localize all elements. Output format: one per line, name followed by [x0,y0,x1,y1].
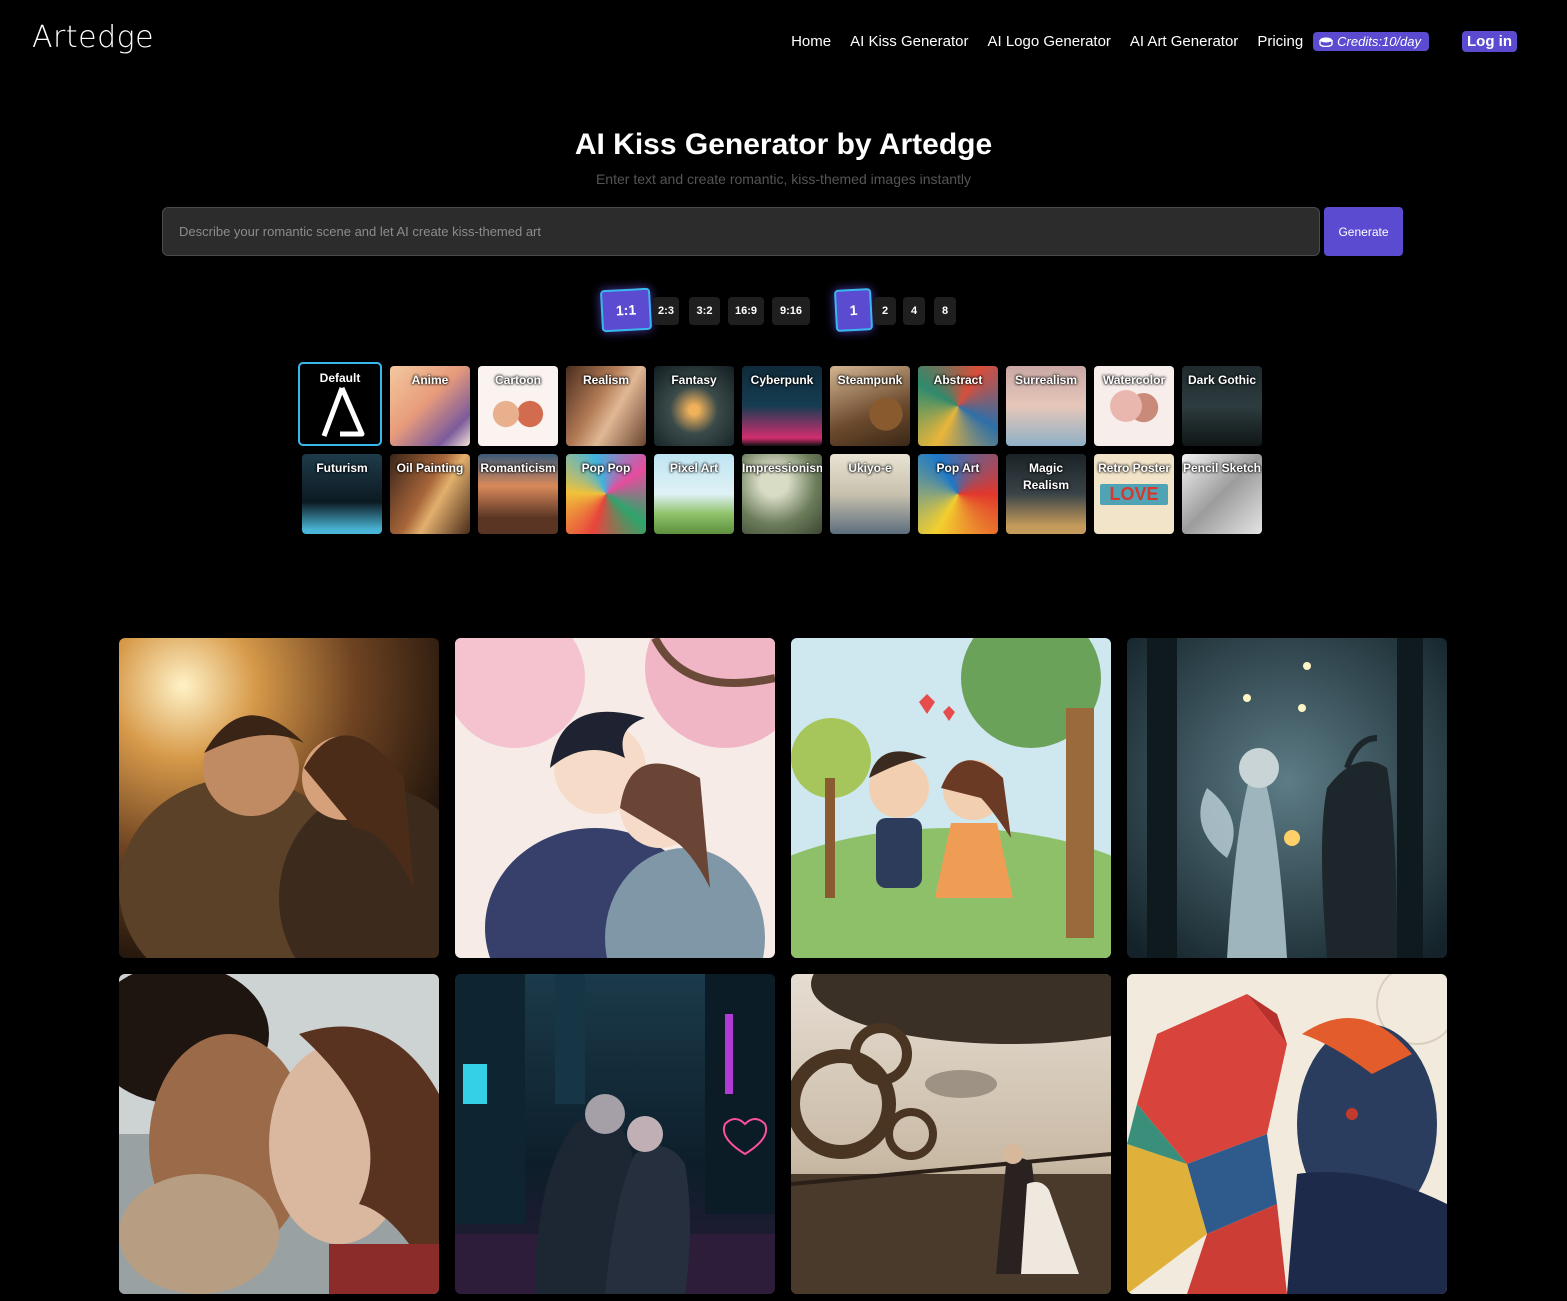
style-label: Fantasy [671,373,717,387]
gallery-artwork [119,974,439,1294]
style-fantasy[interactable]: Fantasy [654,366,734,446]
retro-poster-love-text: LOVE [1100,484,1168,505]
style-abstract[interactable]: Abstract [918,366,998,446]
style-dark-gothic[interactable]: Dark Gothic [1182,366,1262,446]
gallery-artwork [119,638,439,958]
ratio-option-9-16[interactable]: 9:16 [772,297,810,325]
nav-ai-art-generator[interactable]: AI Art Generator [1130,33,1238,50]
ratio-option-3-2[interactable]: 3:2 [689,297,720,325]
nav-home[interactable]: Home [791,33,831,50]
gallery-artwork [1127,638,1447,958]
gallery-artwork [455,638,775,958]
generate-button[interactable]: Generate [1324,207,1403,256]
gallery-image-cyberpunk[interactable] [455,974,775,1294]
style-label: Oil Painting [396,461,464,475]
style-impressionism[interactable]: Impressionism [742,454,822,534]
ratio-option-2-3[interactable]: 2:3 [653,297,679,325]
credits-text: Credits:10/day [1337,34,1421,49]
login-button[interactable]: Log in [1462,31,1517,52]
style-label: Cartoon [495,373,541,387]
logo[interactable]: Artedge [32,20,154,55]
ratio-option-1-1[interactable]: 1:1 [599,287,653,333]
style-magic-realism[interactable]: Magic Realism [1006,454,1086,534]
count-option-2[interactable]: 2 [874,297,896,325]
main-nav: Home AI Kiss Generator AI Logo Generator… [772,31,1517,52]
style-label: Surrealism [1014,373,1078,387]
style-label: Ukiyo-e [848,461,892,475]
gallery-artwork [791,638,1111,958]
style-label: Watercolor [1102,373,1166,387]
nav-pricing[interactable]: Pricing [1257,33,1303,50]
style-cartoon[interactable]: Cartoon [478,366,558,446]
gallery-image-steampunk[interactable] [791,974,1111,1294]
page-subtitle: Enter text and create romantic, kiss-the… [595,171,972,187]
style-realism[interactable]: Realism [566,366,646,446]
gallery-artwork [791,974,1111,1294]
style-label: Impressionism [742,461,822,475]
style-label: Anime [411,373,449,387]
style-cyberpunk[interactable]: Cyberpunk [742,366,822,446]
style-oil-painting[interactable]: Oil Painting [390,454,470,534]
style-anime[interactable]: Anime [390,366,470,446]
gallery-image-cartoon[interactable] [791,638,1111,958]
style-romanticism[interactable]: Romanticism [478,454,558,534]
nav-ai-logo-generator[interactable]: AI Logo Generator [988,33,1111,50]
gallery-image-realism[interactable] [119,638,439,958]
gallery-image-abstract[interactable] [1127,974,1447,1294]
gallery-image-fantasy[interactable] [1127,638,1447,958]
style-retro-poster[interactable]: Retro Poster LOVE [1094,454,1174,534]
style-steampunk[interactable]: Steampunk [830,366,910,446]
gallery-artwork [1127,974,1447,1294]
style-label: Pop Pop [581,461,631,475]
style-label: Futurism [316,461,368,475]
style-pencil-sketch[interactable]: Pencil Sketch [1182,454,1262,534]
style-label: Magic Realism [1022,461,1070,492]
style-pixel-art[interactable]: Pixel Art [654,454,734,534]
style-label: Romanticism [480,461,556,475]
gallery-image-realism-closeup[interactable] [119,974,439,1294]
style-pop-pop[interactable]: Pop Pop [566,454,646,534]
style-watercolor[interactable]: Watercolor [1094,366,1174,446]
style-label: Realism [582,373,630,387]
logo-text: Artedge [32,20,155,55]
style-label: Pop Art [936,461,980,475]
style-surrealism[interactable]: Surrealism [1006,366,1086,446]
style-label: Pencil Sketch [1182,461,1262,475]
gallery-artwork [455,974,775,1294]
style-label: Pixel Art [669,461,719,475]
style-label: Cyberpunk [750,373,814,387]
page-title: AI Kiss Generator by Artedge [574,128,993,161]
artedge-logo-icon [321,387,365,437]
count-option-4[interactable]: 4 [903,297,925,325]
style-default[interactable]: Default [298,362,382,446]
credits-badge[interactable]: Credits:10/day [1313,32,1429,51]
style-futurism[interactable]: Futurism [302,454,382,534]
coins-icon [1319,37,1333,47]
prompt-input[interactable] [162,207,1320,256]
ratio-option-16-9[interactable]: 16:9 [728,297,764,325]
style-label: Retro Poster [1097,461,1171,475]
style-label: Dark Gothic [1187,373,1256,387]
gallery-image-anime[interactable] [455,638,775,958]
nav-ai-kiss-generator[interactable]: AI Kiss Generator [850,33,968,50]
count-option-8[interactable]: 8 [934,297,956,325]
style-pop-art[interactable]: Pop Art [918,454,998,534]
style-label: Steampunk [837,373,903,387]
count-option-1[interactable]: 1 [833,288,874,332]
style-ukiyo-e[interactable]: Ukiyo-e [830,454,910,534]
style-label: Abstract [933,373,983,387]
